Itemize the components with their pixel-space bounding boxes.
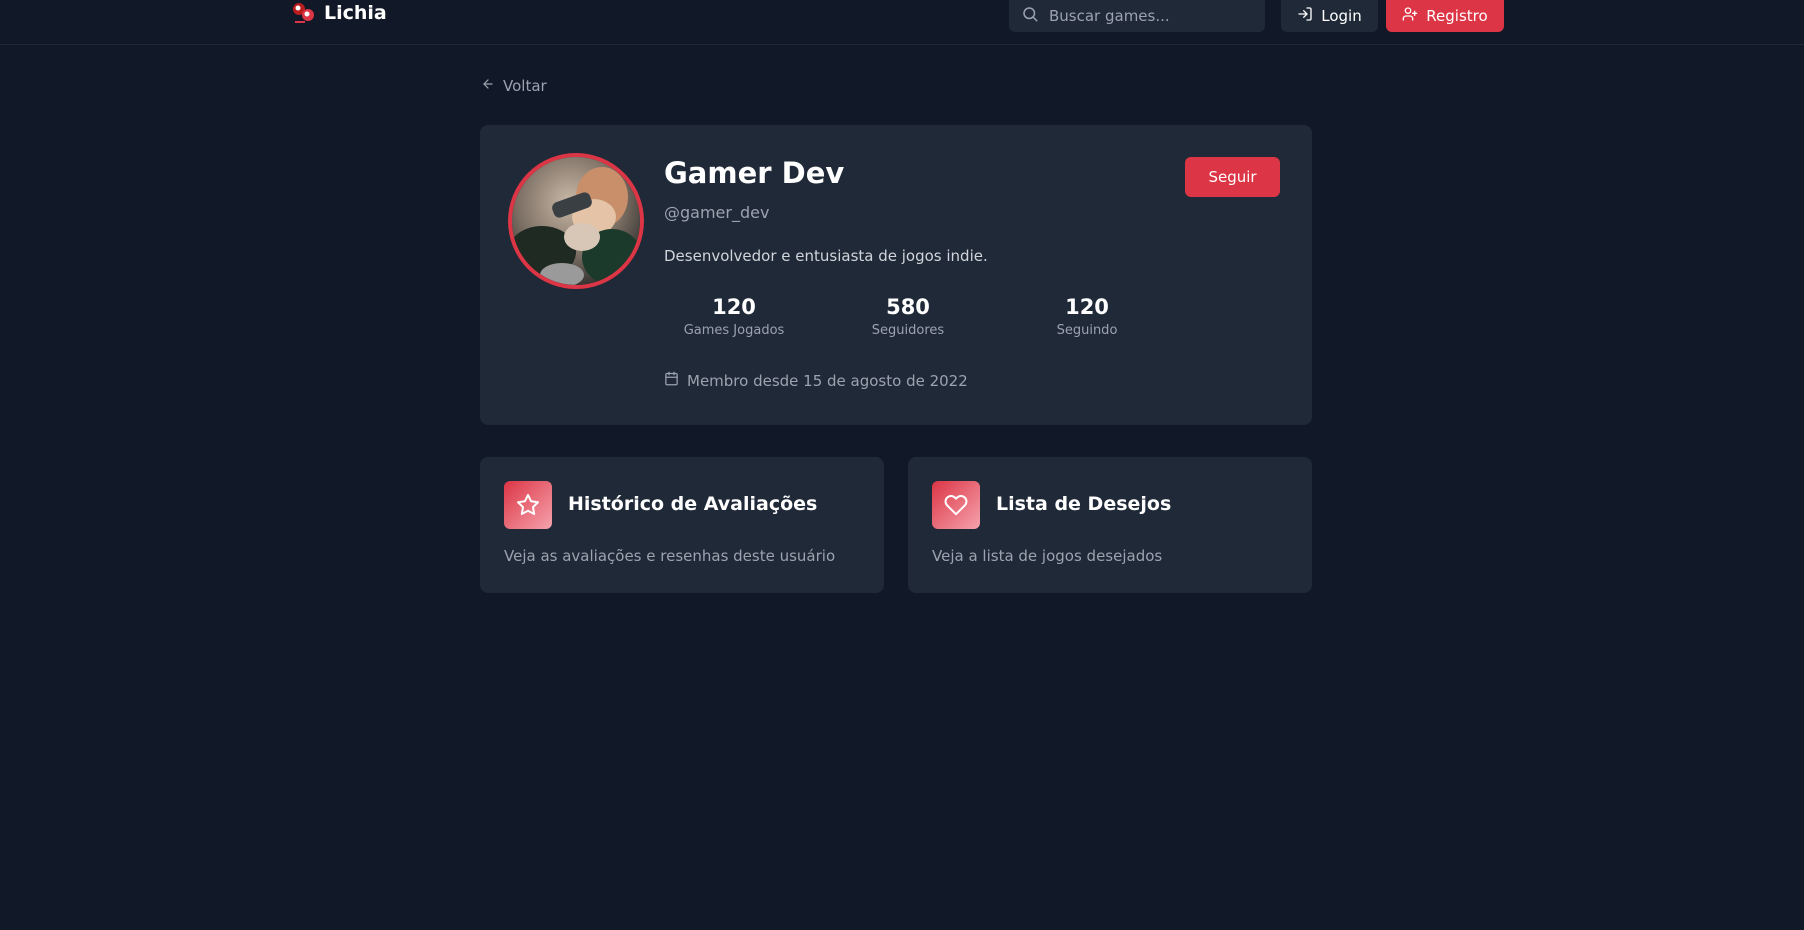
profile-name: Gamer Dev bbox=[664, 156, 845, 190]
arrow-left-icon bbox=[481, 77, 495, 95]
card-description: Veja a lista de jogos desejados bbox=[932, 547, 1163, 565]
wishlist-card[interactable]: Lista de Desejos Veja a lista de jogos d… bbox=[908, 457, 1312, 593]
card-title: Histórico de Avaliações bbox=[568, 493, 818, 515]
stat-followers[interactable]: 580 Seguidores bbox=[838, 294, 978, 338]
login-icon bbox=[1297, 6, 1313, 26]
profile-card: Gamer Dev @gamer_dev Desenvolvedor e ent… bbox=[480, 125, 1312, 425]
reviews-history-card[interactable]: Histórico de Avaliações Veja as avaliaçõ… bbox=[480, 457, 884, 593]
profile-stats: 120 Games Jogados 580 Seguidores 120 Seg… bbox=[664, 294, 1144, 344]
stat-label: Seguindo bbox=[1056, 323, 1118, 338]
calendar-icon bbox=[664, 371, 679, 390]
member-since: Membro desde 15 de agosto de 2022 bbox=[664, 371, 968, 390]
card-title: Lista de Desejos bbox=[996, 493, 1172, 515]
stat-games-played: 120 Games Jogados bbox=[664, 294, 804, 338]
stat-value: 120 bbox=[1065, 295, 1109, 319]
card-description: Veja as avaliações e resenhas deste usuá… bbox=[504, 547, 836, 565]
stat-label: Seguidores bbox=[871, 323, 945, 338]
avatar bbox=[508, 153, 644, 289]
stat-label: Games Jogados bbox=[683, 323, 785, 338]
login-button[interactable]: Login bbox=[1281, 0, 1378, 32]
login-label: Login bbox=[1321, 7, 1362, 25]
profile-handle: @gamer_dev bbox=[664, 203, 770, 222]
register-button[interactable]: Registro bbox=[1386, 0, 1504, 32]
logo-text: Lichia bbox=[324, 2, 387, 24]
star-icon bbox=[504, 481, 552, 529]
user-plus-icon bbox=[1402, 6, 1418, 26]
heart-icon bbox=[932, 481, 980, 529]
stat-value: 580 bbox=[886, 295, 930, 319]
profile-bio: Desenvolvedor e entusiasta de jogos indi… bbox=[664, 247, 988, 265]
search-box[interactable] bbox=[1009, 0, 1265, 32]
stat-following[interactable]: 120 Seguindo bbox=[1017, 294, 1157, 338]
back-label: Voltar bbox=[503, 77, 547, 95]
follow-button[interactable]: Seguir bbox=[1185, 157, 1280, 197]
search-icon bbox=[1021, 5, 1039, 27]
search-input[interactable] bbox=[1049, 7, 1249, 25]
register-label: Registro bbox=[1426, 7, 1488, 25]
back-link[interactable]: Voltar bbox=[481, 77, 547, 95]
logo[interactable]: Lichia bbox=[290, 0, 387, 26]
lychee-logo-icon bbox=[290, 0, 316, 26]
stat-value: 120 bbox=[712, 295, 756, 319]
top-navbar: Lichia Login Registro bbox=[0, 0, 1804, 45]
member-since-text: Membro desde 15 de agosto de 2022 bbox=[687, 371, 968, 390]
